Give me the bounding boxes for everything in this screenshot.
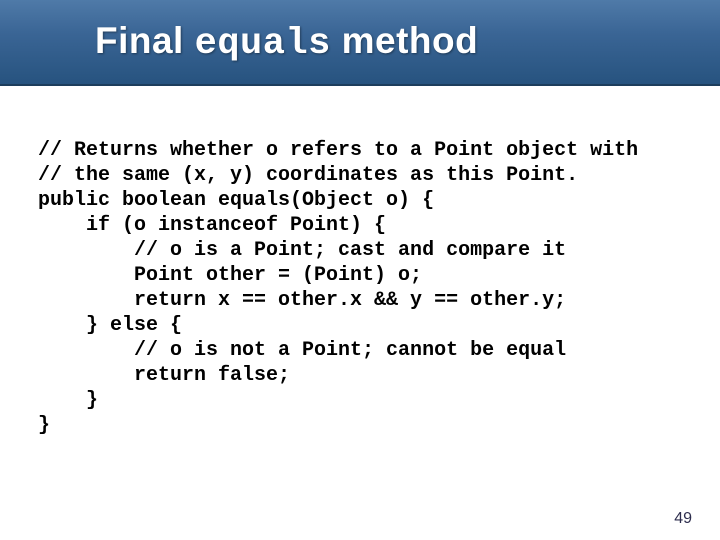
title-mono: equals	[195, 23, 331, 65]
code-block: // Returns whether o refers to a Point o…	[38, 138, 700, 438]
title-bar: Final equals method	[0, 0, 720, 86]
slide-title: Final equals method	[95, 20, 478, 65]
slide: Final equals method // Returns whether o…	[0, 0, 720, 540]
slide-number: 49	[674, 510, 692, 528]
title-part2: method	[331, 20, 478, 61]
title-part1: Final	[95, 20, 195, 61]
